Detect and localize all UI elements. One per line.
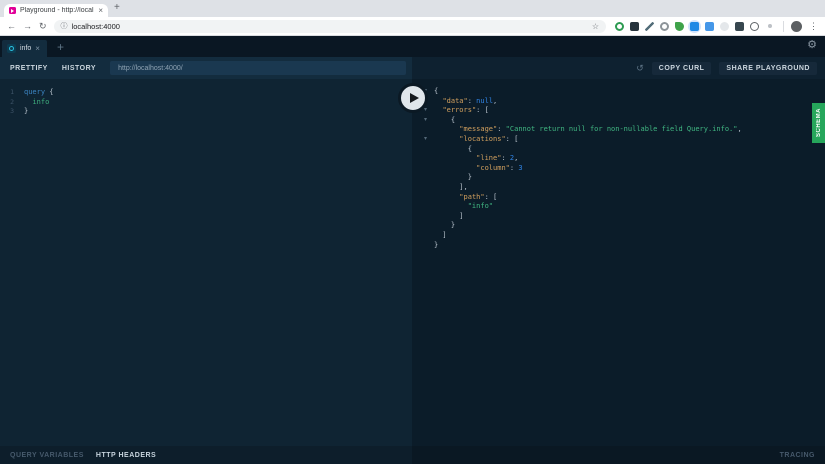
tracing-tab[interactable]: TRACING [780, 452, 815, 459]
collapse-caret-icon[interactable]: ▾ [424, 116, 427, 126]
extension-dark-square-icon[interactable] [628, 20, 641, 33]
execute-query-button[interactable] [398, 83, 428, 113]
browser-toolbar: ← → ↻ ⓘ localhost:4000 ☆ ⋮ [0, 17, 825, 36]
json-line: { [434, 145, 825, 155]
collapse-caret-icon[interactable]: ▾ [424, 135, 427, 145]
json-line: "message": "Cannot return null for non-n… [434, 125, 825, 135]
extension-pale-circle-icon[interactable] [718, 20, 731, 33]
history-button[interactable]: HISTORY [62, 65, 96, 72]
json-line: "column": 3 [434, 164, 825, 174]
code-line: 2 info [0, 98, 412, 108]
json-line: ▾{ [434, 87, 825, 97]
playground-tab-label: info [20, 45, 31, 52]
json-line: ▾ { [434, 116, 825, 126]
playground-bottombar: QUERY VARIABLES HTTP HEADERS TRACING [0, 446, 825, 464]
bottombar-right: TRACING [412, 446, 825, 464]
json-line: } [434, 221, 825, 231]
play-icon [410, 93, 419, 103]
http-headers-tab[interactable]: HTTP HEADERS [96, 452, 156, 459]
playground-tab-info[interactable]: info × [2, 40, 47, 57]
extension-account-circle-icon[interactable] [748, 20, 761, 33]
response-viewer: ▾{ "data": null,▾ "errors": [▾ { "messag… [412, 79, 825, 446]
browser-tab-playground[interactable]: Playground - http://localhost:4... × [4, 4, 108, 17]
json-line: ] [434, 231, 825, 241]
extension-eyedropper-icon[interactable] [643, 20, 656, 33]
share-playground-button[interactable]: SHARE PLAYGROUND [719, 62, 817, 75]
response-json-lines: ▾{ "data": null,▾ "errors": [▾ { "messag… [434, 87, 825, 250]
settings-gear-icon[interactable]: ⚙ [807, 40, 817, 51]
query-editor-lines: 1query {2 info3} [0, 88, 412, 117]
reload-icon[interactable]: ↻ [39, 22, 47, 31]
json-line: ▾ "locations": [ [434, 135, 825, 145]
line-number: 1 [0, 88, 14, 98]
site-info-icon[interactable]: ⓘ [61, 21, 68, 31]
extension-dark-camera-icon[interactable] [733, 20, 746, 33]
tab-close-icon[interactable]: × [98, 7, 103, 15]
json-line: ], [434, 183, 825, 193]
playground-toolbar: PRETTIFY HISTORY http://localhost:4000/ … [0, 57, 825, 79]
replay-icon[interactable]: ↺ [636, 64, 644, 73]
bookmark-star-icon[interactable]: ☆ [592, 22, 599, 31]
copy-curl-button[interactable]: COPY CURL [652, 62, 712, 75]
browser-tabstrip: Playground - http://localhost:4... × + [0, 0, 825, 17]
query-editor[interactable]: 1query {2 info3} [0, 79, 412, 446]
browser-tab-title: Playground - http://localhost:4... [20, 7, 94, 14]
playground-toolbar-left: PRETTIFY HISTORY http://localhost:4000/ [0, 57, 412, 79]
playground-logo-icon [7, 44, 16, 53]
extensions-bar [613, 20, 776, 33]
address-bar[interactable]: ⓘ localhost:4000 ☆ [54, 20, 606, 33]
graphql-playground: info × + ⚙ PRETTIFY HISTORY http://local… [0, 36, 825, 464]
json-line: ▾ "errors": [ [434, 106, 825, 116]
json-line: "path": [ [434, 193, 825, 203]
prettify-button[interactable]: PRETTIFY [10, 65, 48, 72]
code-line: 3} [0, 107, 412, 117]
browser-menu-icon[interactable]: ⋮ [809, 21, 818, 32]
bottombar-left: QUERY VARIABLES HTTP HEADERS [0, 446, 412, 464]
extension-blue-tabs-icon[interactable] [703, 20, 716, 33]
line-number: 3 [0, 107, 14, 117]
extension-green-leaf-icon[interactable] [673, 20, 686, 33]
extension-blue-toolbox-icon[interactable] [688, 20, 701, 33]
url-text: localhost:4000 [72, 22, 120, 31]
forward-icon[interactable]: → [23, 22, 32, 31]
playground-main: 1query {2 info3} ▾{ "data": null,▾ "erro… [0, 79, 825, 446]
playground-toolbar-right: ↺ COPY CURL SHARE PLAYGROUND [412, 57, 825, 79]
json-line: "line": 2, [434, 154, 825, 164]
toolbar-separator [783, 21, 784, 32]
graphql-playground-favicon [9, 7, 16, 14]
back-icon[interactable]: ← [7, 22, 16, 31]
line-number: 2 [0, 98, 14, 108]
schema-tab-label: SCHEMA [816, 108, 822, 137]
json-line: } [434, 173, 825, 183]
extension-green-circle-icon[interactable] [613, 20, 626, 33]
json-line: "data": null, [434, 97, 825, 107]
extension-overflow-dot-icon[interactable] [763, 20, 776, 33]
json-line: } [434, 241, 825, 251]
query-variables-tab[interactable]: QUERY VARIABLES [10, 452, 84, 459]
playground-tabbar: info × + ⚙ [0, 36, 825, 57]
browser-window: Playground - http://localhost:4... × + ←… [0, 0, 825, 464]
new-tab-button[interactable]: + [114, 2, 120, 13]
schema-sidebar-tab[interactable]: SCHEMA [812, 103, 825, 143]
json-line: "info" [434, 202, 825, 212]
add-playground-tab-button[interactable]: + [57, 41, 64, 53]
playground-tab-close-icon[interactable]: × [35, 45, 40, 53]
code-line: 1query { [0, 88, 412, 98]
extension-gray-ring-icon[interactable] [658, 20, 671, 33]
json-line: ] [434, 212, 825, 222]
endpoint-input[interactable]: http://localhost:4000/ [110, 61, 406, 75]
profile-avatar[interactable] [791, 21, 802, 32]
